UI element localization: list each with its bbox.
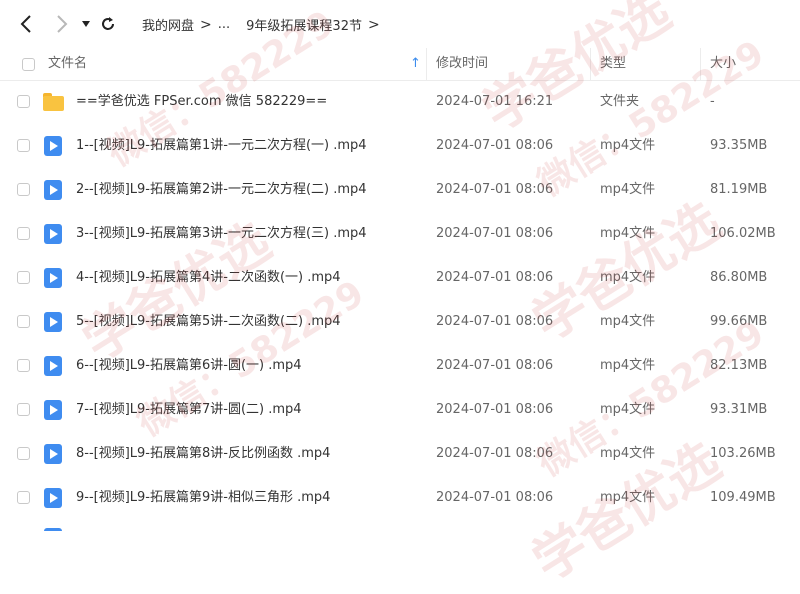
video-file-icon bbox=[44, 268, 62, 288]
select-all-checkbox[interactable] bbox=[22, 58, 35, 71]
file-row[interactable]: 1--[视频]L9-拓展篇第1讲-一元二次方程(一) .mp4 2024-07-… bbox=[0, 124, 800, 168]
file-size: 81.19MB bbox=[710, 182, 768, 197]
file-modified: 2024-07-01 08:06 bbox=[436, 490, 554, 505]
file-modified: 2024-07-01 08:06 bbox=[436, 226, 554, 241]
column-divider[interactable] bbox=[700, 48, 701, 80]
file-type: mp4文件 bbox=[600, 138, 656, 153]
forward-button[interactable] bbox=[50, 12, 74, 36]
breadcrumb-item-current[interactable]: 9年级拓展课程32节 bbox=[246, 15, 362, 34]
file-size: 106.02MB bbox=[710, 226, 776, 241]
navigation-bar: 我的网盘 > ... 9年级拓展课程32节 > bbox=[0, 0, 800, 48]
file-name[interactable]: 1--[视频]L9-拓展篇第1讲-一元二次方程(一) .mp4 bbox=[76, 124, 367, 168]
column-divider[interactable] bbox=[590, 48, 591, 80]
file-type: mp4文件 bbox=[600, 226, 656, 241]
file-type: mp4文件 bbox=[600, 314, 656, 329]
file-type: mp4文件 bbox=[600, 358, 656, 373]
file-size: 93.35MB bbox=[710, 138, 768, 153]
history-dropdown-button[interactable] bbox=[78, 12, 94, 36]
video-file-icon bbox=[44, 224, 62, 244]
chevron-right-icon: > bbox=[367, 16, 380, 33]
sort-ascending-icon[interactable]: ↑ bbox=[410, 48, 421, 80]
file-name[interactable]: 8--[视频]L9-拓展篇第8讲-反比例函数 .mp4 bbox=[76, 432, 330, 476]
column-size-header[interactable]: 大小 bbox=[710, 48, 736, 80]
file-name[interactable]: ==学爸优选 FPSer.com 微信 582229== bbox=[76, 80, 327, 124]
breadcrumb-item-collapsed[interactable]: ... bbox=[218, 17, 230, 32]
column-divider[interactable] bbox=[426, 48, 427, 80]
file-row[interactable]: 3--[视频]L9-拓展篇第3讲-一元二次方程(三) .mp4 2024-07-… bbox=[0, 212, 800, 256]
video-file-icon bbox=[44, 488, 62, 508]
file-row[interactable]: 5--[视频]L9-拓展篇第5讲-二次函数(二) .mp4 2024-07-01… bbox=[0, 300, 800, 344]
chevron-right-icon: > bbox=[200, 16, 212, 33]
file-row[interactable]: 7--[视频]L9-拓展篇第7讲-圆(二) .mp4 2024-07-01 08… bbox=[0, 388, 800, 432]
file-size: - bbox=[710, 94, 715, 109]
file-size: 93.31MB bbox=[710, 402, 768, 417]
file-list-header: 文件名 ↑ 修改时间 类型 大小 bbox=[0, 48, 800, 81]
file-row[interactable]: 4--[视频]L9-拓展篇第4讲-二次函数(一) .mp4 2024-07-01… bbox=[0, 256, 800, 300]
video-file-icon bbox=[44, 180, 62, 200]
file-row[interactable]: 8--[视频]L9-拓展篇第8讲-反比例函数 .mp4 2024-07-01 0… bbox=[0, 432, 800, 476]
file-name[interactable]: 5--[视频]L9-拓展篇第5讲-二次函数(二) .mp4 bbox=[76, 300, 341, 344]
row-checkbox[interactable] bbox=[17, 139, 30, 152]
row-checkbox[interactable] bbox=[17, 491, 30, 504]
refresh-icon bbox=[102, 17, 114, 30]
file-row[interactable]: 2--[视频]L9-拓展篇第2讲-一元二次方程(二) .mp4 2024-07-… bbox=[0, 168, 800, 212]
back-button[interactable] bbox=[14, 12, 38, 36]
file-size: 99.66MB bbox=[710, 314, 768, 329]
video-file-icon bbox=[44, 444, 62, 464]
video-file-icon bbox=[44, 312, 62, 332]
row-checkbox[interactable] bbox=[17, 315, 30, 328]
folder-icon bbox=[43, 93, 64, 111]
file-size: 86.80MB bbox=[710, 270, 768, 285]
file-type: mp4文件 bbox=[600, 270, 656, 285]
column-modified-header[interactable]: 修改时间 bbox=[436, 48, 488, 80]
file-name[interactable]: 6--[视频]L9-拓展篇第6讲-圆(一) .mp4 bbox=[76, 344, 302, 388]
file-modified: 2024-07-01 08:06 bbox=[436, 270, 554, 285]
file-modified: 2024-07-01 08:06 bbox=[436, 182, 554, 197]
breadcrumb: 我的网盘 > ... 9年级拓展课程32节 > bbox=[142, 15, 386, 35]
row-checkbox[interactable] bbox=[17, 95, 30, 108]
column-name-header[interactable]: 文件名 bbox=[48, 48, 87, 80]
file-name[interactable]: 3--[视频]L9-拓展篇第3讲-一元二次方程(三) .mp4 bbox=[76, 212, 367, 256]
file-row[interactable]: 9--[视频]L9-拓展篇第9讲-相似三角形 .mp4 2024-07-01 0… bbox=[0, 476, 800, 520]
file-size: 82.13MB bbox=[710, 358, 768, 373]
row-checkbox[interactable] bbox=[17, 403, 30, 416]
file-size: 109.49MB bbox=[710, 490, 776, 505]
file-size: 103.26MB bbox=[710, 446, 776, 461]
file-row[interactable]: ==学爸优选 FPSer.com 微信 582229== 2024-07-01 … bbox=[0, 80, 800, 124]
file-modified: 2024-07-01 08:06 bbox=[436, 358, 554, 373]
file-type: mp4文件 bbox=[600, 182, 656, 197]
caret-down-icon bbox=[82, 21, 90, 27]
chevron-right-icon bbox=[57, 15, 68, 33]
row-checkbox[interactable] bbox=[17, 271, 30, 284]
file-modified: 2024-07-01 08:06 bbox=[436, 138, 554, 153]
video-file-icon bbox=[44, 136, 62, 156]
column-type-header[interactable]: 类型 bbox=[600, 48, 626, 80]
file-row[interactable]: 6--[视频]L9-拓展篇第6讲-圆(一) .mp4 2024-07-01 08… bbox=[0, 344, 800, 388]
file-modified: 2024-07-01 16:21 bbox=[436, 94, 554, 109]
row-checkbox[interactable] bbox=[17, 359, 30, 372]
file-name[interactable]: 4--[视频]L9-拓展篇第4讲-二次函数(一) .mp4 bbox=[76, 256, 341, 300]
file-modified: 2024-07-01 08:06 bbox=[436, 314, 554, 329]
refresh-button[interactable] bbox=[96, 12, 120, 36]
file-name[interactable]: 7--[视频]L9-拓展篇第7讲-圆(二) .mp4 bbox=[76, 388, 302, 432]
file-type: mp4文件 bbox=[600, 402, 656, 417]
file-type: mp4文件 bbox=[600, 490, 656, 505]
file-type: 文件夹 bbox=[600, 94, 640, 109]
video-file-icon bbox=[44, 400, 62, 420]
row-checkbox[interactable] bbox=[17, 447, 30, 460]
chevron-left-icon bbox=[20, 15, 31, 33]
row-checkbox[interactable] bbox=[17, 183, 30, 196]
file-row-partial[interactable] bbox=[0, 520, 800, 531]
file-type: mp4文件 bbox=[600, 446, 656, 461]
file-modified: 2024-07-01 08:06 bbox=[436, 446, 554, 461]
file-name[interactable]: 2--[视频]L9-拓展篇第2讲-一元二次方程(二) .mp4 bbox=[76, 168, 367, 212]
video-file-icon bbox=[44, 356, 62, 376]
breadcrumb-item-root[interactable]: 我的网盘 bbox=[142, 15, 194, 34]
file-modified: 2024-07-01 08:06 bbox=[436, 402, 554, 417]
file-name[interactable]: 9--[视频]L9-拓展篇第9讲-相似三角形 .mp4 bbox=[76, 476, 330, 520]
row-checkbox[interactable] bbox=[17, 227, 30, 240]
